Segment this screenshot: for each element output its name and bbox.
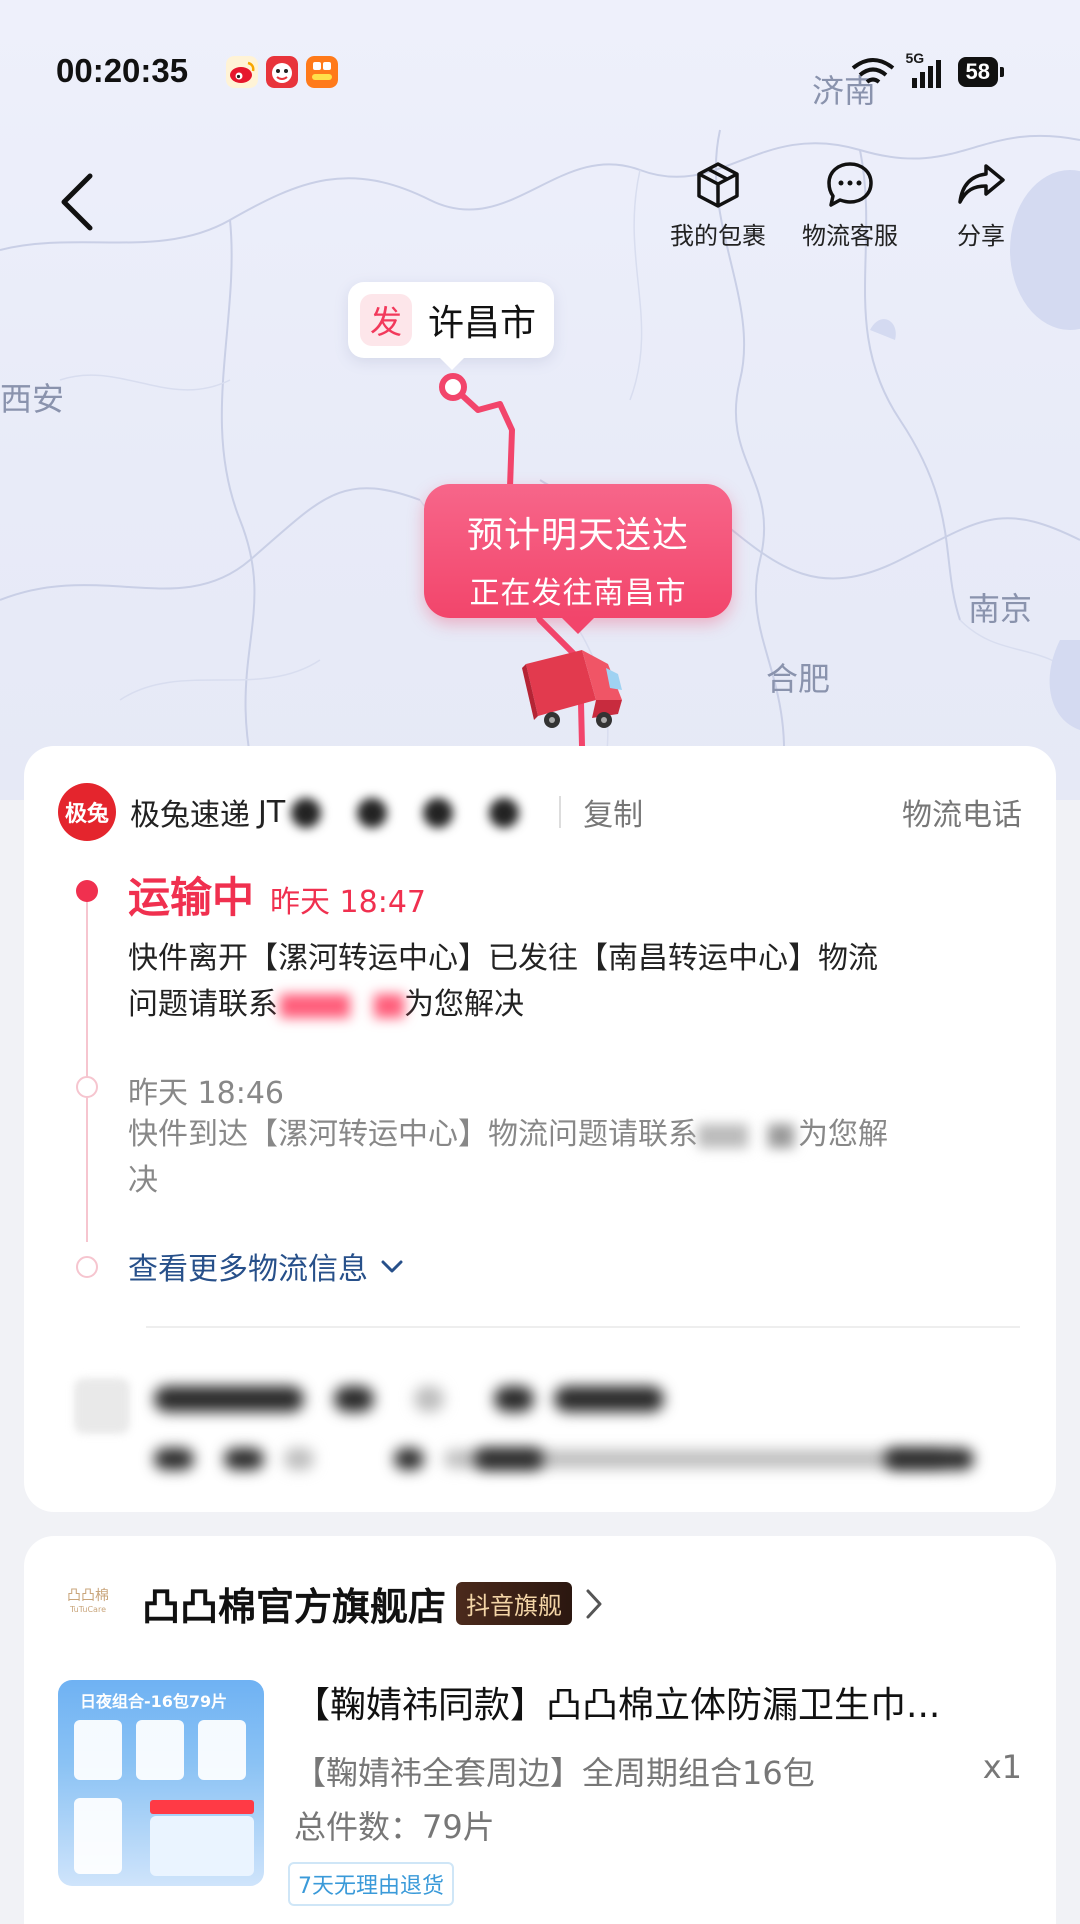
chevron-left-icon <box>61 173 93 231</box>
network-type: 5G <box>905 50 925 66</box>
tracking-card: 极兔 极兔速递 JT 复制 物流电话 运输中 昨天 18:47 快件离开【漯河转… <box>24 746 1056 1512</box>
timeline-dot <box>76 1256 98 1278</box>
event-1-time: 昨天 18:47 <box>270 885 427 920</box>
shop-row[interactable]: 凸凸棉 TuTuCare 凸凸棉官方旗舰店 抖音旗舰 <box>62 1576 604 1631</box>
wifi-icon <box>851 58 894 84</box>
status-time: 00:20:35 <box>56 52 189 89</box>
order-card: 凸凸棉 TuTuCare 凸凸棉官方旗舰店 抖音旗舰 日夜组合-16包79片 【… <box>24 1536 1056 1924</box>
tracking-number: JT <box>258 795 537 830</box>
city-label-xian: 西安 <box>0 380 65 418</box>
event-2-desc-b: 为您解 <box>798 1117 888 1152</box>
card-divider <box>146 1326 1020 1328</box>
shop-logo-text: 凸凸棉 <box>67 1587 109 1604</box>
location-icon <box>74 1378 130 1434</box>
customer-service-label: 物流客服 <box>802 222 898 250</box>
shop-logo: 凸凸棉 TuTuCare <box>62 1589 114 1619</box>
copy-button[interactable]: 复制 <box>583 790 643 834</box>
product-image[interactable]: 日夜组合-16包79片 <box>58 1680 264 1886</box>
return-policy-tag: 7天无理由退货 <box>288 1862 454 1906</box>
event-2-description: 快件到达【漯河转运中心】物流问题请联系 为您解 决 <box>128 1112 1008 1204</box>
city-label-hefei: 合肥 <box>766 660 831 698</box>
my-packages-button[interactable]: 我的包裹 <box>670 160 766 251</box>
city-label-nanjing: 南京 <box>968 590 1033 628</box>
product-title[interactable]: 【鞠婧祎同款】凸凸棉立体防漏卫生巾... <box>294 1676 1024 1728</box>
shop-badge: 抖音旗舰 <box>456 1582 573 1625</box>
event-1-desc-line2: 问题请联系 为您解决 <box>128 982 1008 1028</box>
logistics-phone-button[interactable]: 物流电话 <box>902 790 1022 834</box>
origin-city: 许昌市 <box>428 303 537 344</box>
weibo-icon <box>226 56 258 88</box>
event-2-desc-line2: 决 <box>128 1163 158 1198</box>
my-packages-label: 我的包裹 <box>670 222 766 250</box>
transit-status: 运输中 <box>128 873 255 922</box>
event-1-desc-line2-a: 问题请联系 <box>128 987 278 1022</box>
shop-name: 凸凸棉官方旗舰店 <box>142 1585 447 1629</box>
tracking-prefix: JT <box>258 794 286 830</box>
delivery-truck-icon <box>522 650 622 728</box>
carrier-row: 极兔 极兔速递 JT 复制 物流电话 <box>58 782 1022 842</box>
battery-indicator: 58 <box>957 57 1005 87</box>
more-logistics-link[interactable]: 查看更多物流信息 <box>128 1244 406 1288</box>
system-status-icons: 5G 58 <box>850 50 1005 90</box>
event-1-desc-line2-b: 为您解决 <box>404 987 524 1022</box>
carrier-name: 极兔速递 <box>130 798 250 833</box>
eta-main-text: 预计明天送达 <box>466 515 689 556</box>
product-image-caption: 日夜组合-16包79片 <box>80 1692 228 1711</box>
recipient-address-redacted <box>64 1358 1004 1478</box>
event-1-description: 快件离开【漯河转运中心】已发往【南昌转运中心】物流 问题请联系 为您解决 <box>128 936 1008 1028</box>
chevron-right-icon <box>586 1589 602 1618</box>
app-orange-icon <box>306 56 338 88</box>
eta-bubble: 预计明天送达 正在发往南昌市 <box>424 484 732 634</box>
chevron-down-icon <box>381 1260 403 1273</box>
cellular-signal-icon: 5G <box>906 50 948 90</box>
package-icon <box>697 162 739 208</box>
status-bar: 00:20:35 5G 58 <box>0 0 1080 150</box>
product-piece-count: 总件数：79片 <box>294 1808 495 1846</box>
timeline-dot <box>76 1076 98 1098</box>
app-mascot-icon <box>266 56 298 88</box>
origin-tag: 发 许昌市 <box>348 282 555 370</box>
origin-badge: 发 <box>360 294 412 346</box>
product-variant: 【鞠婧祎全套周边】全周期组合16包 <box>294 1754 815 1792</box>
event-2-desc-line1: 快件到达【漯河转运中心】物流问题请联系 为您解 <box>128 1112 1008 1158</box>
event-1-header: 运输中 昨天 18:47 <box>128 864 426 925</box>
customer-service-button[interactable]: 物流客服 <box>802 160 898 251</box>
event-1-desc-line1: 快件离开【漯河转运中心】已发往【南昌转运中心】物流 <box>128 941 878 976</box>
carrier-logo: 极兔 <box>58 783 116 841</box>
event-2-desc-a: 快件到达【漯河转运中心】物流问题请联系 <box>128 1117 698 1152</box>
eta-sub-text: 正在发往南昌市 <box>469 576 687 611</box>
timeline-dot-active <box>76 880 98 902</box>
chat-bubble-icon <box>827 162 873 207</box>
back-button[interactable] <box>52 168 104 236</box>
notification-app-icons <box>226 56 338 88</box>
product-quantity: x1 <box>982 1748 1022 1786</box>
separator <box>559 796 562 828</box>
event-2-time: 昨天 18:46 <box>128 1076 284 1111</box>
more-logistics-label: 查看更多物流信息 <box>128 1252 368 1287</box>
share-arrow-icon <box>958 164 1005 204</box>
timeline-line <box>86 892 88 1242</box>
share-label: 分享 <box>957 222 1005 250</box>
share-button[interactable]: 分享 <box>956 160 1006 251</box>
shop-logo-subtext: TuTuCare <box>69 1604 106 1614</box>
